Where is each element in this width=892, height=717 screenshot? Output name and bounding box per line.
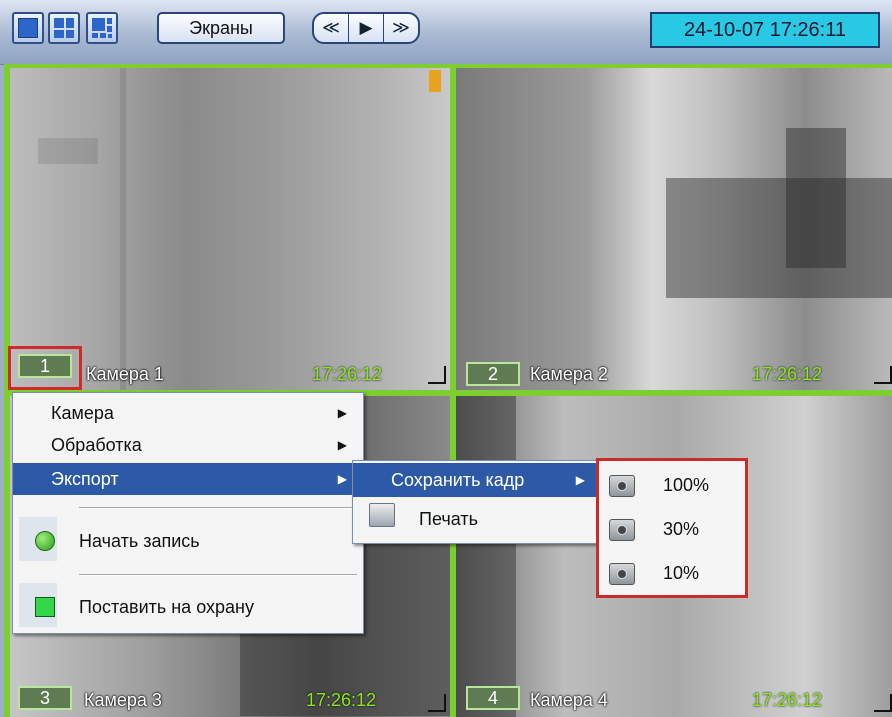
forward-button[interactable]: ≫ [384, 14, 418, 42]
menu-item-10-percent[interactable]: 10% [599, 555, 745, 591]
toolbar: Экраны ≪ ▶ ≫ 24-10-07 17:26:11 [0, 0, 892, 65]
menu-item-camera[interactable]: Камера ▶ [13, 397, 363, 429]
scene-detail [786, 128, 846, 268]
camera-name-4: Камера 4 [530, 690, 608, 710]
menu-item-print[interactable]: Печать [353, 501, 599, 537]
save-frame-submenu: 100% 30% 10% [596, 458, 748, 598]
submenu-arrow-icon: ▶ [337, 406, 347, 420]
menu-item-label: Начать запись [79, 531, 200, 551]
camera-number-4[interactable]: 4 [466, 686, 520, 710]
camera-name-3: Камера 3 [84, 690, 162, 710]
camera-number-3[interactable]: 3 [18, 686, 72, 710]
camera-context-menu: Камера ▶ Обработка ▶ Экспорт ▶ Начать за… [12, 392, 364, 634]
camera-time-3: 17:26:12 [306, 690, 377, 710]
camera-tile-1[interactable] [10, 68, 450, 390]
resize-icon[interactable] [428, 366, 446, 384]
camera-time-1: 17:26:12 [312, 364, 383, 384]
menu-item-label: 30% [663, 519, 700, 539]
export-submenu: Сохранить кадр ▶ Печать [352, 460, 600, 544]
camera-time-2: 17:26:12 [752, 364, 823, 384]
speaker-icon [429, 70, 441, 92]
scene-detail [38, 138, 98, 164]
menu-item-label: Экспорт [51, 469, 119, 489]
layout-multi-button[interactable] [86, 12, 118, 44]
menu-item-label: Обработка [51, 435, 142, 455]
menu-item-label: Поставить на охрану [79, 597, 254, 617]
scene-detail [120, 68, 126, 390]
resize-icon[interactable] [428, 694, 446, 712]
menu-item-label: Печать [419, 509, 478, 529]
camera-name-1: Камера 1 [86, 364, 164, 384]
scene-detail [666, 178, 892, 298]
camera-tile-2[interactable] [456, 68, 892, 390]
resize-icon[interactable] [874, 366, 892, 384]
multi-view-icon [92, 18, 112, 38]
camera-time-4: 17:26:12 [752, 690, 823, 710]
playback-nav: ≪ ▶ ≫ [312, 12, 420, 44]
layout-1x1-button[interactable] [12, 12, 44, 44]
menu-separator [79, 574, 357, 576]
menu-item-export[interactable]: Экспорт ▶ [13, 463, 363, 495]
play-button[interactable]: ▶ [349, 14, 384, 42]
camera-name-2: Камера 2 [530, 364, 608, 384]
menu-item-save-frame[interactable]: Сохранить кадр ▶ [353, 463, 599, 497]
scene-detail [456, 396, 516, 717]
menu-separator [79, 507, 357, 509]
menu-item-30-percent[interactable]: 30% [599, 511, 745, 547]
datetime-display: 24-10-07 17:26:11 [650, 12, 880, 48]
menu-item-label: Камера [51, 403, 114, 423]
menu-item-label: 10% [663, 563, 700, 583]
menu-item-start-recording[interactable]: Начать запись [13, 523, 363, 559]
submenu-arrow-icon: ▶ [575, 473, 585, 487]
camera-number-2[interactable]: 2 [466, 362, 520, 386]
layout-2x2-button[interactable] [48, 12, 80, 44]
menu-item-100-percent[interactable]: 100% [599, 467, 745, 503]
menu-item-processing[interactable]: Обработка ▶ [13, 429, 363, 461]
submenu-arrow-icon: ▶ [337, 472, 347, 486]
single-view-icon [18, 18, 38, 38]
resize-icon[interactable] [874, 694, 892, 712]
screens-button[interactable]: Экраны [157, 12, 285, 44]
selection-highlight [8, 346, 82, 390]
rewind-button[interactable]: ≪ [314, 14, 349, 42]
menu-item-arm[interactable]: Поставить на охрану [13, 589, 363, 625]
submenu-arrow-icon: ▶ [337, 438, 347, 452]
menu-item-label: 100% [663, 475, 710, 495]
quad-view-icon [54, 18, 74, 38]
menu-item-label: Сохранить кадр [391, 470, 525, 490]
